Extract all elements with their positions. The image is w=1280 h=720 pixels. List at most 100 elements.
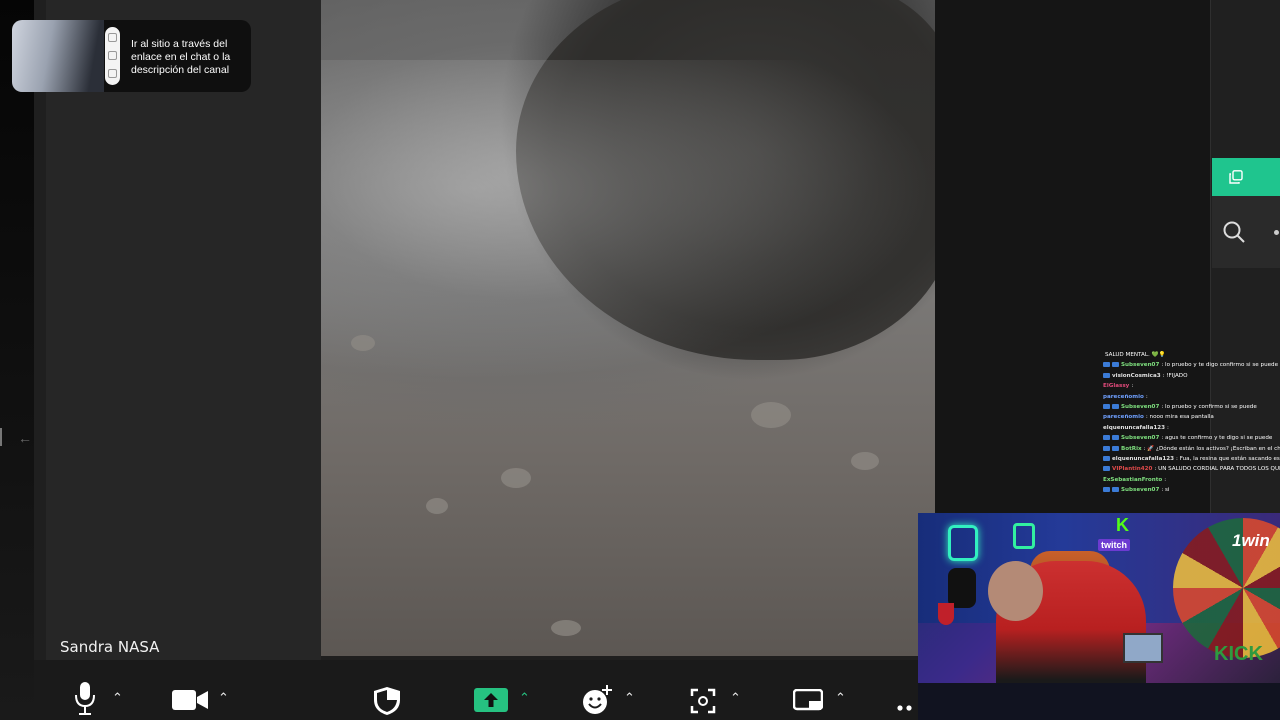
chat-text: : si bbox=[1161, 487, 1170, 494]
chat-badge-icon bbox=[1103, 445, 1110, 451]
chat-message: pareceñomio: bbox=[1103, 392, 1280, 402]
view-options-chevron-icon[interactable]: ⌃ bbox=[835, 690, 846, 706]
chat-username[interactable]: Subseven07 bbox=[1121, 362, 1159, 368]
participant-tile[interactable]: Sandra NASA bbox=[46, 0, 321, 660]
chat-message: ElGlassy: bbox=[1103, 381, 1280, 391]
chat-username[interactable]: VIPlantin420 bbox=[1112, 466, 1152, 472]
view-icon[interactable] bbox=[792, 688, 824, 718]
chat-text: : lo pruebo y confirmo si se puede bbox=[1161, 404, 1257, 411]
laptop bbox=[1123, 633, 1163, 663]
more-dot-icon[interactable] bbox=[1274, 230, 1279, 235]
chat-text: : agus te confirmo y te digo si se puede bbox=[1161, 435, 1273, 442]
chat-message: SALUD MENTAL. 💚💡 bbox=[1103, 350, 1280, 360]
chat-badge-icon bbox=[1112, 362, 1119, 368]
chat-icon bbox=[108, 51, 117, 60]
chat-text: SALUD MENTAL. 💚💡 bbox=[1105, 352, 1166, 358]
chat-text: : Fua, la resina que están sacando esas … bbox=[1176, 456, 1280, 463]
video-stone bbox=[351, 335, 375, 351]
video-stone bbox=[501, 468, 531, 488]
back-arrow-icon[interactable]: ← bbox=[18, 430, 32, 446]
security-shield-icon[interactable] bbox=[373, 686, 401, 720]
chat-badge-icon bbox=[1103, 435, 1110, 441]
chat-username[interactable]: Subseven07 bbox=[1121, 487, 1159, 493]
promo-text: Ir al sitio a través del enlace en el ch… bbox=[131, 38, 231, 76]
share-screen-icon[interactable] bbox=[474, 688, 508, 717]
copy-icon bbox=[1229, 170, 1243, 184]
tag-icon bbox=[108, 69, 117, 78]
audio-options-chevron-icon[interactable]: ⌃ bbox=[112, 690, 123, 706]
promo-icon-strip bbox=[105, 27, 120, 85]
shared-video bbox=[321, 0, 935, 656]
promo-banner[interactable]: Ir al sitio a través del enlace en el ch… bbox=[12, 20, 251, 92]
video-camera-icon[interactable] bbox=[172, 690, 208, 715]
chat-badge-icon bbox=[1112, 404, 1119, 410]
apps-options-chevron-icon[interactable]: ⌃ bbox=[730, 690, 741, 706]
chat-username[interactable]: pareceñomio bbox=[1103, 414, 1144, 420]
chat-text: : !FIJADO bbox=[1162, 372, 1188, 379]
more-icon[interactable] bbox=[897, 698, 917, 716]
chat-text: : nooo mira esa pantalla bbox=[1145, 414, 1214, 421]
neon-logo bbox=[1013, 523, 1035, 549]
chat-message: pareceñomio: nooo mira esa pantalla bbox=[1103, 412, 1280, 422]
chat-badge-icon bbox=[1103, 372, 1110, 378]
video-fog bbox=[321, 60, 935, 380]
reactions-options-chevron-icon[interactable]: ⌃ bbox=[624, 690, 635, 706]
kick-logo: KICK bbox=[1214, 643, 1263, 665]
brand-logo: 1win bbox=[1232, 531, 1270, 550]
chat-message: visionCosmica3: !FIJADO bbox=[1103, 371, 1280, 381]
chat-message: Subseven07: agus te confirmo y te digo s… bbox=[1103, 433, 1280, 443]
desk bbox=[918, 683, 1280, 720]
search-button[interactable] bbox=[1212, 196, 1280, 268]
chat-message: elquenuncafalla123: bbox=[1103, 423, 1280, 433]
chat-badge-icon bbox=[1103, 362, 1110, 368]
apps-icon[interactable] bbox=[690, 688, 716, 719]
microphone bbox=[948, 568, 976, 608]
chat-username[interactable]: Subseven07 bbox=[1121, 435, 1159, 441]
chat-badge-icon bbox=[1103, 404, 1110, 410]
chat-username[interactable]: pareceñomio bbox=[1103, 394, 1144, 400]
chat-message: ExSebastianFronto: bbox=[1103, 475, 1280, 485]
streamer-head bbox=[988, 561, 1043, 621]
chat-username[interactable]: ExSebastianFronto bbox=[1103, 477, 1162, 483]
chat-text: : UN SALUDO CORDIAL PARA TODOS LOS QUE H… bbox=[1154, 466, 1280, 473]
microphone-icon[interactable] bbox=[74, 682, 96, 720]
chat-badge-icon bbox=[1103, 456, 1110, 462]
video-options-chevron-icon[interactable]: ⌃ bbox=[218, 690, 229, 706]
chat-username[interactable]: Subseven07 bbox=[1121, 404, 1159, 410]
chat-badge-icon bbox=[1103, 487, 1110, 493]
reactions-icon[interactable] bbox=[582, 684, 614, 720]
chat-text: : 🚀 ¿Dónde están los activos? ¡Escriban … bbox=[1143, 445, 1280, 452]
wine-glass bbox=[938, 603, 954, 625]
chat-badge-icon bbox=[1112, 435, 1119, 441]
left-edge-panel: ← bbox=[0, 0, 34, 720]
chat-message: Subseven07: si bbox=[1103, 485, 1280, 495]
streamer-webcam: K twitch 1win KICK bbox=[918, 513, 1280, 720]
chat-badge-icon bbox=[1112, 445, 1119, 451]
chat-username[interactable]: BotRix bbox=[1121, 446, 1142, 452]
video-stone bbox=[551, 620, 581, 636]
video-stone bbox=[851, 452, 879, 470]
chat-text: : bbox=[1167, 424, 1169, 431]
participant-name: Sandra NASA bbox=[60, 638, 160, 656]
chat-badge-icon bbox=[1112, 487, 1119, 493]
twitch-sign: twitch bbox=[1098, 539, 1130, 551]
screen: ← Sandra NASA ⌃ ⌃ ⌃ ⌃ ⌃ ⌃ Ir al sitio a … bbox=[0, 0, 1280, 720]
chat-message: Subseven07: lo pruebo y te digo confirmo… bbox=[1103, 360, 1280, 370]
promo-thumbnail bbox=[12, 20, 104, 92]
chat-badge-icon bbox=[1103, 466, 1110, 472]
chat-username[interactable]: visionCosmica3 bbox=[1112, 373, 1161, 379]
chat-text: : lo pruebo y te digo confirmo si se pue… bbox=[1161, 362, 1279, 369]
chat-text: : bbox=[1131, 383, 1134, 390]
share-options-chevron-icon[interactable]: ⌃ bbox=[519, 690, 530, 706]
chat-message: BotRix: 🚀 ¿Dónde están los activos? ¡Esc… bbox=[1103, 444, 1280, 454]
chat-username[interactable]: elquenuncafalla123 bbox=[1103, 425, 1165, 431]
link-icon bbox=[108, 33, 117, 42]
edge-marker bbox=[0, 428, 2, 446]
chat-message: VIPlantin420: UN SALUDO CORDIAL PARA TOD… bbox=[1103, 464, 1280, 474]
chat-username[interactable]: elquenuncafalla123 bbox=[1112, 456, 1174, 462]
chat-message: Subseven07: lo pruebo y confirmo si se p… bbox=[1103, 402, 1280, 412]
neon-sign bbox=[948, 525, 978, 561]
copy-tab[interactable] bbox=[1212, 158, 1280, 196]
chat-username[interactable]: ElGlassy bbox=[1103, 383, 1129, 389]
chat-text: : bbox=[1164, 476, 1167, 483]
